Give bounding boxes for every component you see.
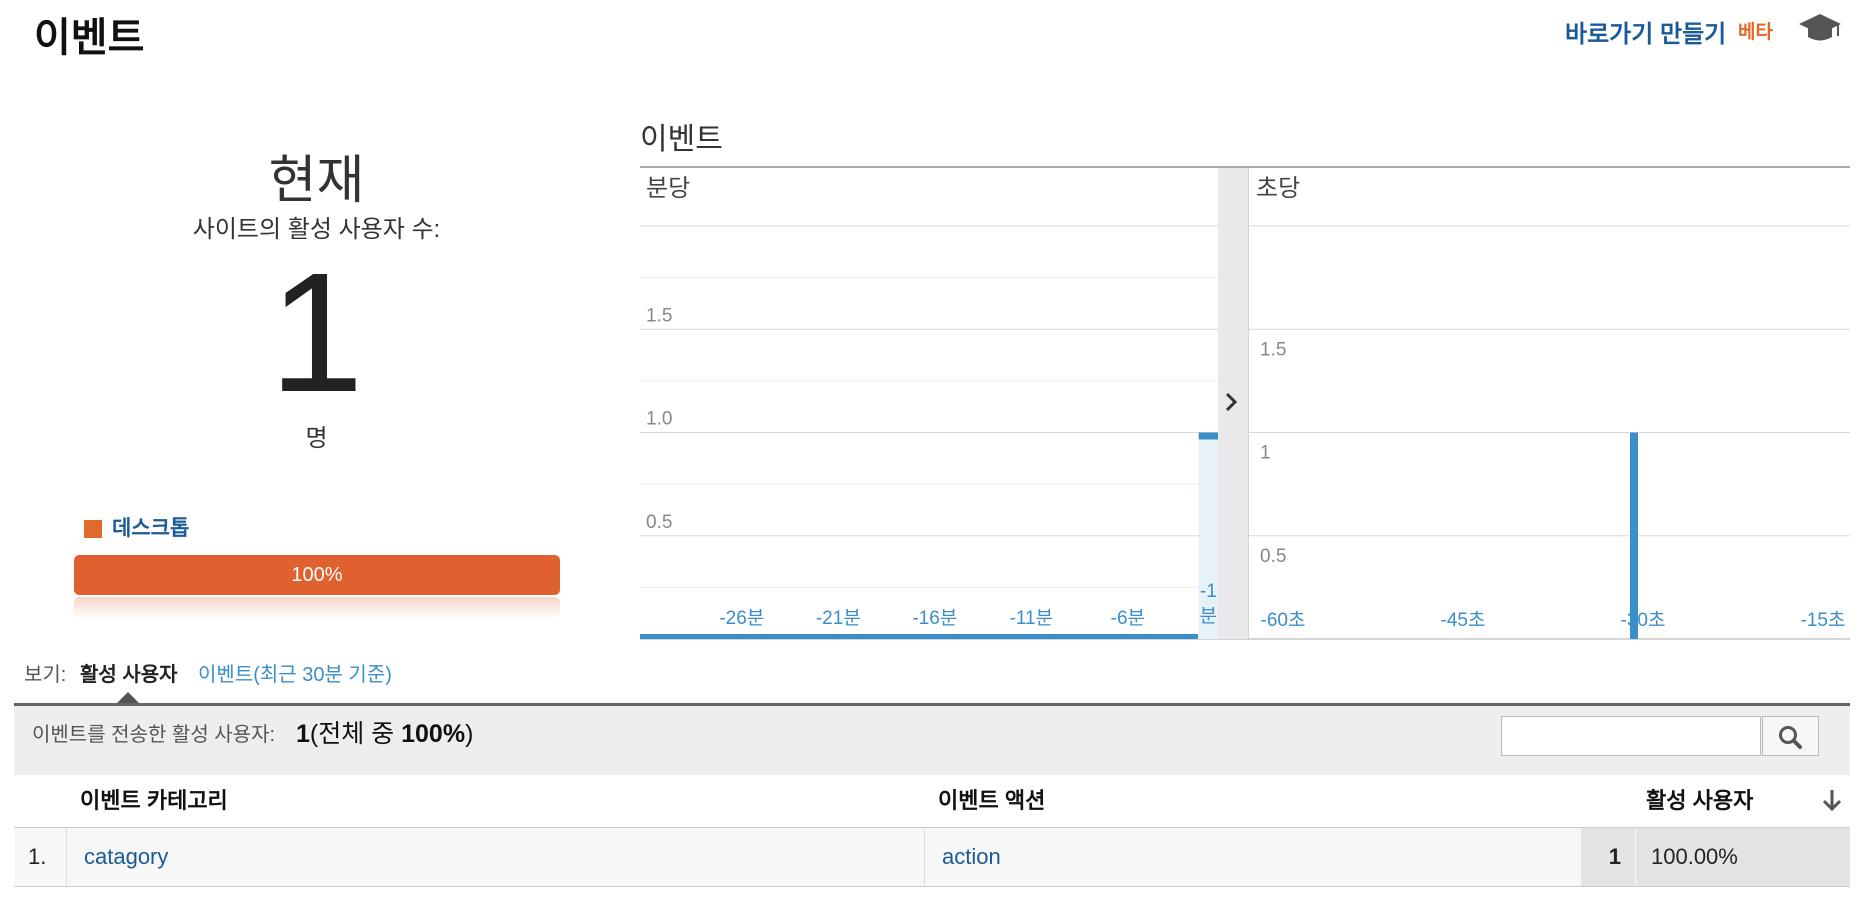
minute-x-tick: -1 — [1200, 581, 1217, 602]
minute-baseline-bar — [640, 634, 1198, 639]
summary-paren-open: (전체 중 — [309, 720, 402, 748]
summary-paren-close: ) — [465, 720, 474, 748]
summary-label: 이벤트를 전송한 활성 사용자: — [32, 724, 276, 746]
table-row — [14, 828, 1850, 887]
summary-percent: 100% — [401, 720, 466, 748]
second-x-tick: -45초 — [1441, 610, 1486, 631]
row-users-share: 100.00% — [1651, 844, 1738, 869]
table-search-input[interactable] — [1501, 716, 1761, 756]
second-x-tick: -15초 — [1801, 610, 1846, 631]
row-index: 1. — [28, 844, 47, 869]
tab-events-30min[interactable]: 이벤트(최근 30분 기준) — [198, 662, 392, 688]
search-button[interactable] — [1762, 716, 1819, 756]
column-header-category[interactable]: 이벤트 카테고리 — [80, 775, 228, 827]
second-x-tick: -30초 — [1621, 610, 1666, 631]
minute-x-tick: -16분 — [912, 608, 957, 629]
event-action-link[interactable]: action — [942, 828, 1001, 886]
minute-y-tick: 1.0 — [646, 409, 672, 430]
sort-descending-icon[interactable] — [1820, 787, 1844, 813]
view-label: 보기: — [24, 664, 67, 686]
column-header-active-users[interactable]: 활성 사용자 — [1646, 775, 1753, 827]
summary-count: 1 — [296, 720, 310, 748]
minute-y-tick: 1.5 — [646, 305, 672, 326]
minute-x-tick: -6분 — [1111, 608, 1145, 629]
minute-y-tick: 0.5 — [646, 512, 672, 533]
table-header — [14, 775, 1850, 829]
minute-chart-subtitle: 분당 — [646, 175, 690, 202]
event-category-link[interactable]: catagory — [84, 828, 168, 886]
second-y-tick: 1.5 — [1260, 339, 1286, 360]
search-icon — [1779, 726, 1802, 749]
second-chart-subtitle: 초당 — [1256, 175, 1300, 202]
second-bar — [1630, 432, 1638, 639]
summary-value: 1(전체 중 100%) — [296, 717, 473, 751]
cell-divider — [66, 828, 67, 886]
row-users-count: 1 — [1608, 844, 1621, 869]
minute-x-tick: -11분 — [1010, 608, 1054, 629]
minute-x-tick: -26분 — [719, 608, 764, 629]
minute-x-tick-unit: 분 — [1200, 606, 1217, 627]
cell-divider — [924, 828, 925, 886]
minute-bar — [1198, 432, 1218, 440]
minute-x-tick: -21분 — [816, 608, 861, 629]
second-x-tick: -60초 — [1261, 610, 1306, 631]
second-y-tick: 0.5 — [1260, 546, 1286, 567]
column-header-action[interactable]: 이벤트 액션 — [938, 775, 1045, 827]
second-y-tick: 1 — [1260, 443, 1271, 464]
tab-active-users[interactable]: 활성 사용자 — [80, 662, 178, 688]
